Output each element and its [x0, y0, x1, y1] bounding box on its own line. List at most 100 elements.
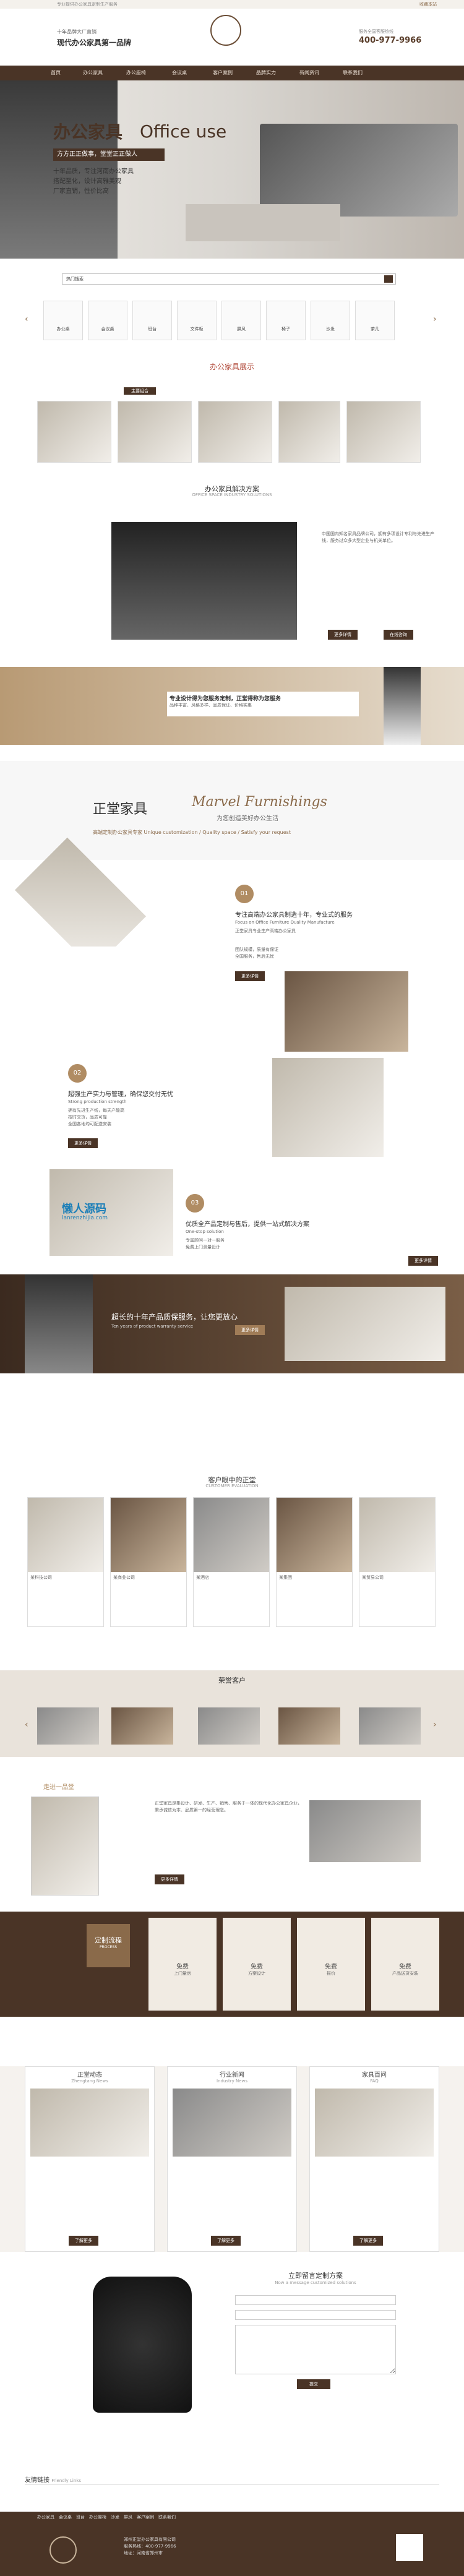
category-item[interactable]: 椅子 [266, 301, 306, 340]
nav-item[interactable]: 会议桌 [161, 66, 198, 80]
category-label: 班台 [148, 327, 157, 332]
footer-link[interactable]: 客户案例 [137, 2515, 154, 2520]
nav-item[interactable]: 首页 [37, 66, 74, 80]
category-item[interactable]: 屏风 [221, 301, 261, 340]
message-phone-input[interactable] [235, 2310, 396, 2320]
marvel-sub: 高端定制办公家具专家 Unique customization / Qualit… [93, 830, 291, 835]
news-en: FAQ [370, 2079, 379, 2084]
marvel-en: Marvel Furnishings [192, 794, 327, 810]
case-card[interactable]: 某集团 [276, 1497, 353, 1627]
feature-2-button[interactable]: 更多详情 [68, 1138, 98, 1148]
chevron-left-icon[interactable]: ‹ [25, 314, 28, 324]
feature-point: 正堂家具专业生产高端办公家具 [235, 929, 296, 934]
process-title-box: 定制流程 PROCESS [87, 1924, 130, 1967]
message-content-input[interactable] [235, 2325, 396, 2374]
pro-box: 专业设计得为您服务定制，正堂得称为您服务 品种丰富、风格多样、品质保证、价格实惠 [167, 692, 359, 716]
feature-3-points: 专属顾问一对一服务 免费上门测量设计 [186, 1237, 225, 1251]
news-column: 正堂动态 Zhengtang News 了解更多 [25, 2066, 155, 2252]
news-en: Zhengtang News [71, 2079, 108, 2084]
partner-image[interactable] [198, 1707, 260, 1745]
logo[interactable] [210, 15, 241, 46]
feature-3-num: 03 [186, 1194, 204, 1213]
process-en: PROCESS [99, 1945, 118, 1949]
feature-2: 02 超强生产实力与管理，确保您交付无忧 Strong production s… [0, 1058, 464, 1163]
message-name-input[interactable] [235, 2295, 396, 2305]
category-item[interactable]: 茶几 [355, 301, 395, 340]
partner-image[interactable] [37, 1707, 99, 1745]
feature-1-button[interactable]: 更多详情 [235, 971, 265, 981]
nav-item[interactable]: 品牌实力 [247, 66, 285, 80]
nav-item[interactable]: 客户案例 [204, 66, 241, 80]
case-card[interactable]: 某贸易公司 [359, 1497, 436, 1627]
footer-link[interactable]: 沙发 [111, 2515, 119, 2520]
showcase-item[interactable] [198, 401, 272, 463]
search-icon[interactable] [384, 275, 393, 283]
message-submit-button[interactable]: 提交 [297, 2379, 330, 2389]
solution-en: OFFICE SPACE INDUSTRY SOLUTIONS [192, 492, 272, 497]
footer-link[interactable]: 屏风 [124, 2515, 132, 2520]
divider [25, 2484, 439, 2485]
footer-link[interactable]: 会议桌 [59, 2515, 72, 2520]
case-card[interactable]: 某商业公司 [110, 1497, 187, 1627]
nav-item[interactable]: 办公座椅 [118, 66, 155, 80]
nav-item[interactable]: 联系我们 [334, 66, 371, 80]
woman-figure [25, 1274, 93, 1373]
chevron-right-icon[interactable]: › [433, 1720, 437, 1730]
case-name: 某集团 [279, 1575, 292, 1580]
footer-link[interactable]: 联系我们 [158, 2515, 176, 2520]
feature-3-button[interactable]: 更多详情 [408, 1256, 438, 1266]
news-more-button[interactable]: 了解更多 [69, 2236, 98, 2246]
category-label: 椅子 [281, 327, 290, 332]
partner-image[interactable] [111, 1707, 173, 1745]
category-item[interactable]: 会议桌 [88, 301, 127, 340]
partner-image[interactable] [359, 1707, 421, 1745]
about-button[interactable]: 更多详情 [155, 1874, 184, 1884]
feature-2-image [272, 1058, 384, 1157]
solution-consult-button[interactable]: 在线咨询 [384, 630, 413, 640]
message-en: Now a message customized solutions [275, 2280, 356, 2285]
feature-1-photo [285, 971, 408, 1052]
feature-1-num: 01 [235, 885, 254, 903]
about-section: 走进一品堂 正堂家具是集设计、研发、生产、销售、服务于一体的现代化办公家具企业，… [0, 1782, 464, 1905]
feature-1b: 团队规模，质量有保证 全国服务，售后无忧 更多详情 [0, 947, 464, 1058]
category-item[interactable]: 办公桌 [43, 301, 83, 340]
showcase-item[interactable] [37, 401, 111, 463]
main-nav: 首页 办公家具 办公座椅 会议桌 客户案例 品牌实力 新闻资讯 联系我们 [0, 66, 464, 80]
news-title: 行业新闻 [220, 2072, 244, 2079]
feature-2-num: 02 [68, 1064, 87, 1083]
showcase-item[interactable] [278, 401, 340, 463]
ten-year-button[interactable]: 更多详情 [235, 1325, 265, 1335]
favorite-link[interactable]: 收藏本站 [419, 0, 437, 9]
man-figure [384, 667, 421, 745]
chevron-left-icon[interactable]: ‹ [25, 1720, 28, 1730]
banner-points: 十年品质，专注河南办公家具 搭配至化，设计高雅美观 厂家直销，性价比高 [53, 167, 134, 197]
footer-link[interactable]: 办公座椅 [89, 2515, 106, 2520]
footer-link[interactable]: 办公家具 [37, 2515, 54, 2520]
category-label: 沙发 [326, 327, 335, 332]
nav-item[interactable]: 办公家具 [74, 66, 111, 80]
nav-item[interactable]: 新闻资讯 [291, 66, 328, 80]
slogan: 现代办公家具第一品牌 [57, 38, 132, 47]
solution-more-button[interactable]: 更多详情 [328, 630, 358, 640]
footer-link[interactable]: 班台 [76, 2515, 85, 2520]
case-card[interactable]: 某酒店 [193, 1497, 270, 1627]
feature-2-en: Strong production strength [68, 1099, 127, 1104]
category-item[interactable]: 班台 [132, 301, 172, 340]
pro-banner: 专业设计得为您服务定制，正堂得称为您服务 品种丰富、风格多样、品质保证、价格实惠 [0, 667, 464, 745]
showcase-tab[interactable]: 主要组合 [124, 387, 156, 395]
chevron-right-icon[interactable]: › [433, 314, 437, 324]
news-more-button[interactable]: 了解更多 [211, 2236, 241, 2246]
showcase-item[interactable] [118, 401, 192, 463]
news-more-button[interactable]: 了解更多 [353, 2236, 383, 2246]
feature-3: 懒人源码 lanrenzhijia.com 03 优质全产品定制与售后，提供一站… [0, 1163, 464, 1274]
footer-logo [49, 2536, 77, 2564]
ten-year-banner: 超长的十年产品质保服务，让您更放心 Ten years of product w… [0, 1274, 464, 1373]
step-title: 免费 [176, 1964, 189, 1970]
message-title: 立即留言定制方案 [288, 2272, 343, 2280]
case-card[interactable]: 某科技公司 [27, 1497, 104, 1627]
search-input[interactable] [100, 275, 372, 283]
category-item[interactable]: 文件柜 [177, 301, 217, 340]
showcase-item[interactable] [346, 401, 421, 463]
category-item[interactable]: 沙发 [311, 301, 350, 340]
partner-image[interactable] [278, 1707, 340, 1745]
